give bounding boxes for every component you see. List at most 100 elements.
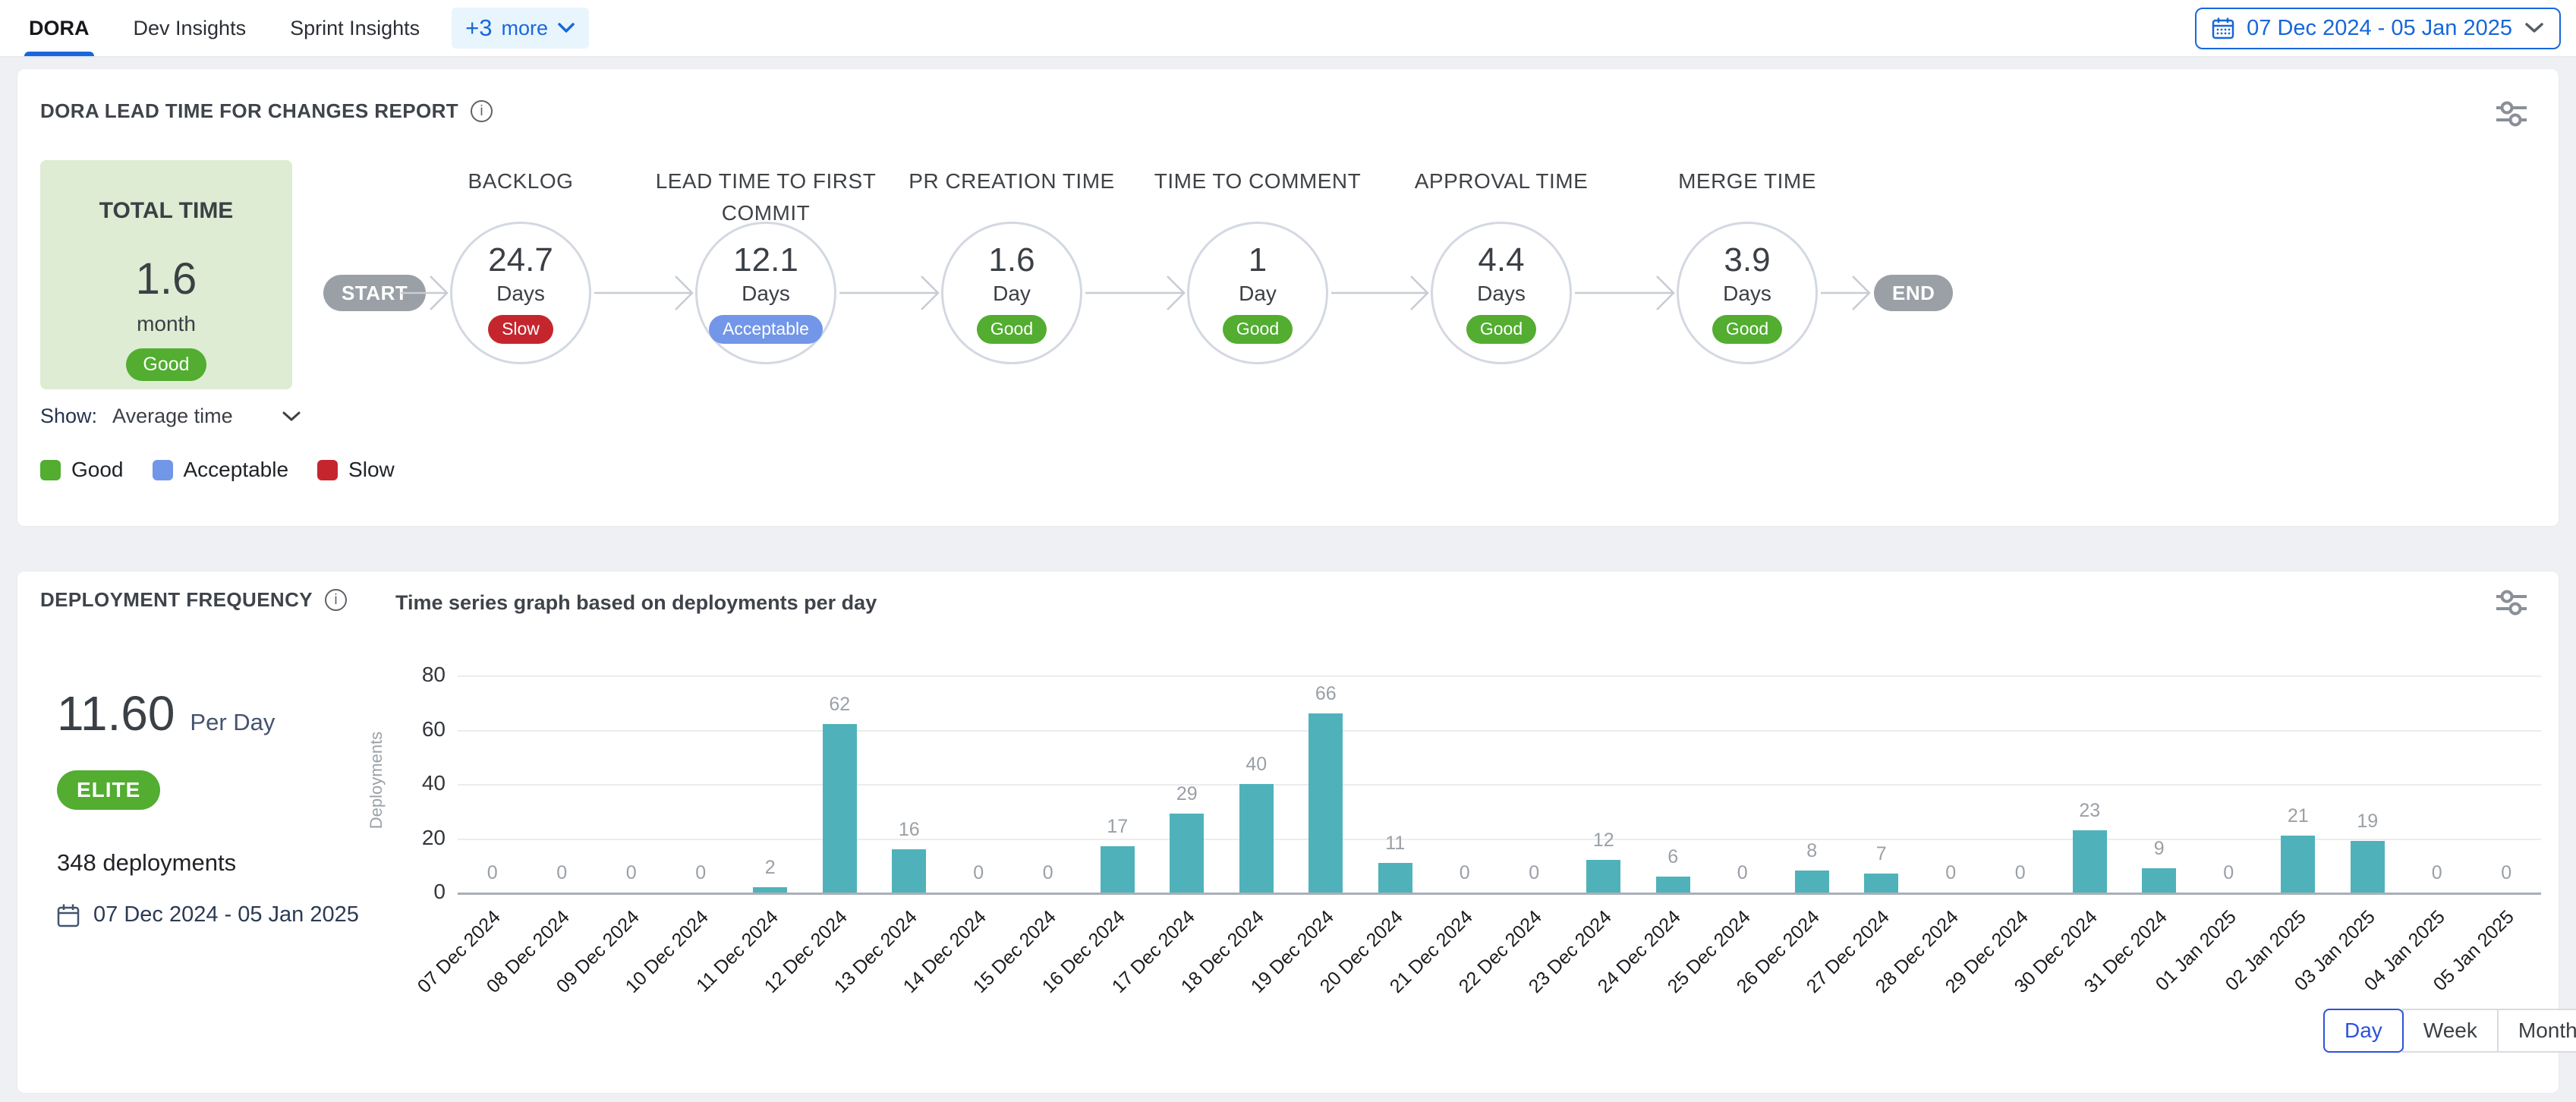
more-label: more bbox=[502, 17, 549, 40]
gridline bbox=[458, 893, 2541, 895]
bar-value-label: 11 bbox=[1360, 833, 1430, 855]
calendar-icon bbox=[2212, 17, 2234, 39]
bar-value-label: 16 bbox=[874, 819, 944, 841]
info-icon[interactable] bbox=[325, 589, 347, 611]
legend-swatch bbox=[317, 460, 338, 480]
date-range-button[interactable]: 07 Dec 2024 - 05 Jan 2025 bbox=[2195, 8, 2561, 49]
deployment-date-range: 07 Dec 2024 - 05 Jan 2025 bbox=[57, 902, 359, 927]
stage-title: MERGE TIME bbox=[1618, 165, 1876, 197]
tab-dora[interactable]: DORA bbox=[29, 0, 90, 56]
gridline bbox=[458, 730, 2541, 732]
bar bbox=[2142, 868, 2176, 893]
chart-subtitle: Time series graph based on deployments p… bbox=[395, 591, 877, 615]
y-axis-tick: 40 bbox=[411, 771, 446, 795]
bar bbox=[1378, 863, 1412, 893]
bar bbox=[1795, 871, 1829, 893]
show-row: Show: Average time bbox=[40, 405, 301, 428]
more-tabs-button[interactable]: +3 more bbox=[452, 8, 589, 49]
bar bbox=[753, 887, 787, 893]
date-range-text: 07 Dec 2024 - 05 Jan 2025 bbox=[2247, 16, 2512, 41]
bar bbox=[2281, 836, 2315, 893]
bar bbox=[2351, 841, 2385, 893]
rate-value: 11.60 bbox=[57, 685, 175, 741]
deployment-frequency-card: DEPLOYMENT FREQUENCY Time series graph b… bbox=[17, 571, 2559, 1094]
chevron-down-icon bbox=[2524, 22, 2544, 34]
deployment-header: DEPLOYMENT FREQUENCY bbox=[40, 588, 347, 612]
status-badge: Acceptable bbox=[709, 315, 823, 344]
legend-swatch bbox=[153, 460, 173, 480]
bar-value-label: 23 bbox=[2055, 800, 2124, 822]
stage-title: LEAD TIME TO FIRST COMMIT bbox=[637, 165, 895, 229]
stage-circle: 1.6DayGood bbox=[941, 222, 1082, 364]
stage-circle: 12.1DaysAcceptable bbox=[695, 222, 836, 364]
status-badge: Good bbox=[1712, 315, 1782, 344]
more-count: +3 bbox=[465, 14, 492, 42]
bar bbox=[1864, 874, 1898, 893]
chevron-down-icon bbox=[557, 22, 575, 34]
toggle-month[interactable]: Month bbox=[2497, 1009, 2576, 1053]
stage-circle: 24.7DaysSlow bbox=[450, 222, 591, 364]
end-pill: END bbox=[1874, 275, 1953, 311]
bar-value-label: 0 bbox=[2402, 862, 2472, 884]
toggle-week[interactable]: Week bbox=[2402, 1009, 2499, 1053]
show-dropdown-value: Average time bbox=[112, 405, 233, 428]
lead-time-flow: STARTENDBACKLOG24.7DaysSlowLEAD TIME TO … bbox=[17, 69, 2559, 526]
bar bbox=[1170, 814, 1204, 893]
stage-value: 12.1 bbox=[733, 242, 798, 279]
deployment-rate: 11.60 Per Day bbox=[57, 685, 275, 741]
bar-value-label: 0 bbox=[1499, 862, 1569, 884]
stage-unit: Days bbox=[1723, 282, 1771, 306]
bar-value-label: 6 bbox=[1638, 846, 1708, 868]
stage-value: 4.4 bbox=[1478, 242, 1524, 279]
status-badge: Good bbox=[977, 315, 1047, 344]
stage-value: 1 bbox=[1249, 242, 1267, 279]
tab-dev-insights[interactable]: Dev Insights bbox=[134, 0, 247, 56]
show-label: Show: bbox=[40, 405, 97, 428]
legend-item: Good bbox=[40, 458, 124, 482]
y-axis-tick: 60 bbox=[411, 717, 446, 741]
stage-title: PR CREATION TIME bbox=[883, 165, 1141, 197]
status-badge: Slow bbox=[488, 315, 553, 344]
stage-unit: Days bbox=[496, 282, 545, 306]
bar-value-label: 0 bbox=[597, 862, 666, 884]
filter-icon[interactable] bbox=[2495, 587, 2528, 621]
rate-unit: Per Day bbox=[190, 709, 275, 736]
stage-circle: 1DayGood bbox=[1187, 222, 1328, 364]
flow-arrow bbox=[1821, 272, 1871, 314]
bar-value-label: 0 bbox=[1013, 862, 1083, 884]
bar-value-label: 40 bbox=[1221, 754, 1291, 776]
tab-sprint-insights[interactable]: Sprint Insights bbox=[290, 0, 420, 56]
bar-value-label: 0 bbox=[666, 862, 735, 884]
flow-arrow bbox=[594, 272, 694, 314]
bar bbox=[2073, 830, 2107, 893]
y-axis-tick: 80 bbox=[411, 663, 446, 687]
legend-item: Acceptable bbox=[153, 458, 289, 482]
bar bbox=[892, 849, 926, 893]
show-dropdown[interactable]: Average time bbox=[112, 405, 301, 428]
chevron-down-icon bbox=[282, 411, 301, 423]
bar-value-label: 0 bbox=[943, 862, 1013, 884]
bar-value-label: 0 bbox=[458, 862, 527, 884]
legend: GoodAcceptableSlow bbox=[40, 458, 395, 482]
bar-value-label: 29 bbox=[1152, 783, 1222, 805]
stage-unit: Days bbox=[1477, 282, 1526, 306]
bar-value-label: 62 bbox=[805, 694, 874, 716]
bar-value-label: 0 bbox=[1916, 862, 1986, 884]
toggle-day[interactable]: Day bbox=[2323, 1009, 2404, 1053]
deployment-title: DEPLOYMENT FREQUENCY bbox=[40, 588, 313, 612]
bar-value-label: 66 bbox=[1291, 683, 1361, 705]
bar-value-label: 8 bbox=[1777, 840, 1847, 862]
flow-arrow bbox=[1331, 272, 1429, 314]
gridline bbox=[458, 675, 2541, 677]
top-nav: DORADev InsightsSprint Insights +3 more … bbox=[0, 0, 2576, 58]
bar-value-label: 2 bbox=[735, 857, 805, 879]
stage-title: APPROVAL TIME bbox=[1372, 165, 1630, 197]
calendar-icon bbox=[57, 903, 80, 927]
deployment-date-range-text: 07 Dec 2024 - 05 Jan 2025 bbox=[93, 902, 359, 927]
bar bbox=[1586, 860, 1620, 893]
legend-swatch bbox=[40, 460, 61, 480]
dora-dashboard: { "nav": { "tabs": [ {"label": "DORA", "… bbox=[0, 0, 2576, 1102]
stage-unit: Day bbox=[993, 282, 1031, 306]
stage-unit: Day bbox=[1239, 282, 1277, 306]
flow-arrow bbox=[1085, 272, 1186, 314]
